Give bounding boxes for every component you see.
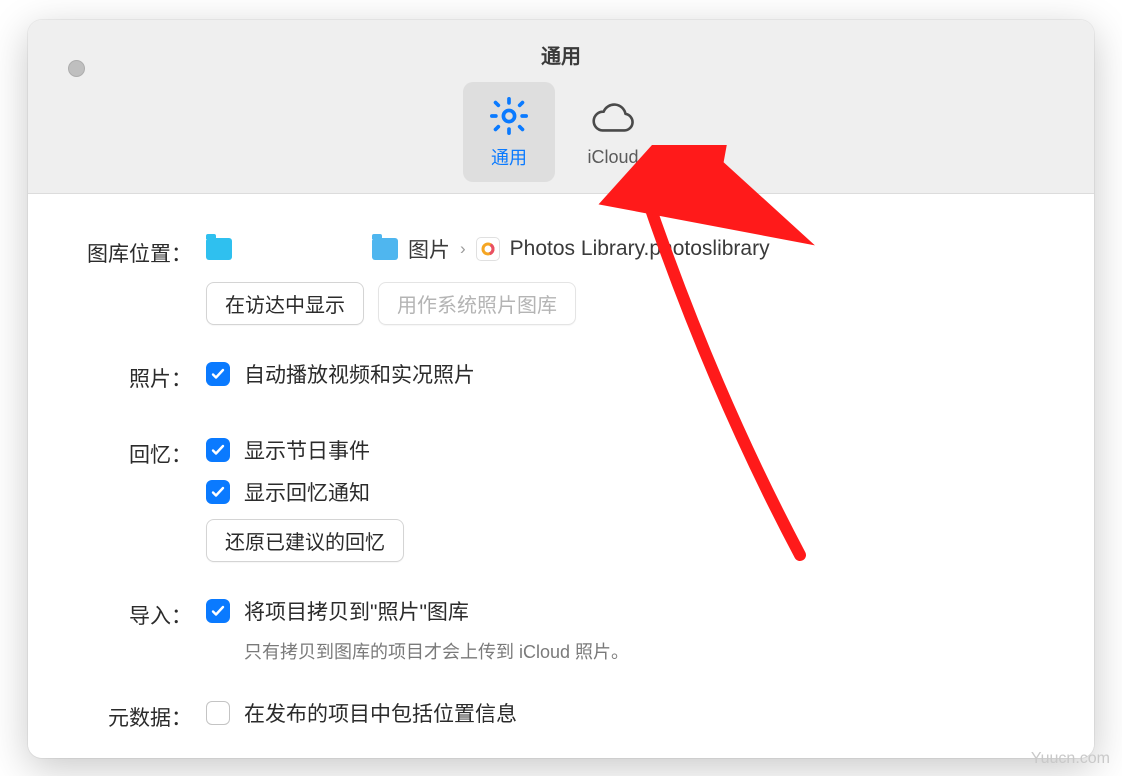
library-path: 图片 › Photos Library.photoslibrary: [206, 234, 1060, 264]
watermark-text: Yuucn.com: [1031, 750, 1110, 768]
toolbar: 通用 通用 iCloud: [28, 20, 1094, 194]
preferences-window: 通用 通用 iCloud: [28, 20, 1094, 758]
library-file-name: Photos Library.photoslibrary: [510, 237, 770, 261]
gear-icon: [488, 94, 530, 138]
checkbox-copy-items-label: 将项目拷贝到"照片"图库: [244, 596, 469, 626]
row-photos: 照片： 自动播放视频和实况照片: [62, 359, 1060, 401]
window-title: 通用: [28, 40, 1094, 69]
import-helper-text: 只有拷贝到图库的项目才会上传到 iCloud 照片。: [244, 638, 1060, 664]
home-folder-icon: [206, 238, 232, 260]
folder-pictures-name: 图片: [408, 234, 450, 264]
pictures-folder-icon: [372, 238, 398, 260]
tab-general[interactable]: 通用: [463, 82, 555, 182]
checkbox-autoplay[interactable]: [206, 362, 230, 386]
checkbox-show-holidays[interactable]: [206, 438, 230, 462]
label-library-location: 图库位置：: [62, 234, 192, 268]
show-in-finder-button[interactable]: 在访达中显示: [206, 282, 364, 325]
photos-library-icon: [476, 237, 500, 261]
reset-suggested-memories-button[interactable]: 还原已建议的回忆: [206, 519, 404, 562]
row-memories: 回忆： 显示节日事件 显示回忆通知 还原已建议的回忆: [62, 435, 1060, 562]
checkbox-include-location[interactable]: [206, 701, 230, 725]
checkbox-include-location-label: 在发布的项目中包括位置信息: [244, 698, 517, 728]
checkbox-show-notifications-label: 显示回忆通知: [244, 477, 370, 507]
label-photos: 照片：: [62, 359, 192, 393]
tab-general-label: 通用: [491, 144, 527, 170]
label-import: 导入：: [62, 596, 192, 630]
row-metadata: 元数据： 在发布的项目中包括位置信息: [62, 698, 1060, 740]
row-import: 导入： 将项目拷贝到"照片"图库 只有拷贝到图库的项目才会上传到 iCloud …: [62, 596, 1060, 664]
row-library-location: 图库位置： 图片 › Photos Library.photoslibrary …: [62, 234, 1060, 325]
tab-icloud-label: iCloud: [587, 147, 638, 168]
label-metadata: 元数据：: [62, 698, 192, 732]
checkbox-copy-items[interactable]: [206, 599, 230, 623]
checkbox-show-notifications[interactable]: [206, 480, 230, 504]
content-area: 图库位置： 图片 › Photos Library.photoslibrary …: [28, 194, 1094, 758]
tab-icloud[interactable]: iCloud: [567, 82, 659, 182]
cloud-icon: [588, 97, 638, 141]
redacted-segment: [242, 238, 362, 260]
checkbox-show-holidays-label: 显示节日事件: [244, 435, 370, 465]
path-separator-icon: ›: [460, 239, 466, 259]
label-memories: 回忆：: [62, 435, 192, 469]
checkbox-autoplay-label: 自动播放视频和实况照片: [244, 359, 475, 389]
tab-bar: 通用 iCloud: [28, 82, 1094, 182]
use-as-system-library-button: 用作系统照片图库: [378, 282, 576, 325]
